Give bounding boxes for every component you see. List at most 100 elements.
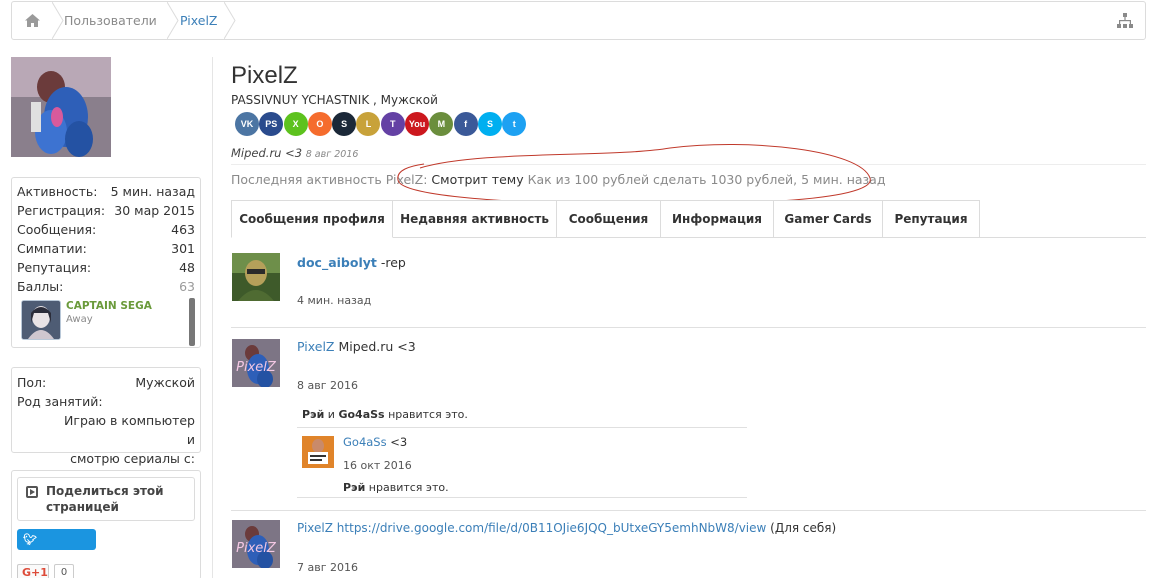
post-date[interactable]: 7 авг 2016 bbox=[297, 561, 358, 574]
breadcrumb-current[interactable]: PixelZ bbox=[180, 2, 217, 39]
steam-icon[interactable]: S bbox=[332, 112, 357, 136]
comment-date[interactable]: 16 окт 2016 bbox=[343, 459, 412, 472]
stats-panel: Активность: 5 мин. назад Регистрация: 30 м… bbox=[11, 177, 201, 348]
stat-messages[interactable]: Сообщения: 463 bbox=[17, 220, 195, 239]
friend-avatar[interactable] bbox=[21, 300, 61, 340]
like-user[interactable]: Go4aSs bbox=[338, 408, 384, 421]
skype-icon[interactable]: S bbox=[477, 112, 502, 136]
share-icon bbox=[26, 486, 38, 498]
post-body: doc_aibolyt -rep bbox=[297, 255, 406, 270]
tweet-button[interactable]: 🐦︎ Твитнуть bbox=[17, 529, 96, 567]
friend-name[interactable]: CAPTAIN SEGA bbox=[66, 300, 152, 312]
tab-information[interactable]: Информация bbox=[661, 200, 774, 238]
league-icon[interactable]: L bbox=[356, 112, 381, 136]
tab-profile-posts[interactable]: Сообщения профиля bbox=[231, 200, 393, 238]
twitch-icon[interactable]: T bbox=[380, 112, 405, 136]
avatar-watermark: PixelZ bbox=[236, 541, 277, 556]
stat-label: Баллы: bbox=[17, 279, 64, 294]
post-link[interactable]: https://drive.google.com/file/d/0B11OJie… bbox=[333, 521, 767, 535]
stat-activity: Активность: 5 мин. назад bbox=[17, 182, 195, 201]
post-body: PixelZ https://drive.google.com/file/d/0… bbox=[297, 521, 836, 535]
post-author[interactable]: PixelZ bbox=[297, 339, 334, 354]
post-author[interactable]: PixelZ bbox=[297, 521, 333, 535]
stat-reputation: Репутация: 48 bbox=[17, 258, 195, 277]
stat-value: 30 мар 2015 bbox=[114, 203, 195, 218]
occupation-value-1: Играю в компьютер и bbox=[64, 413, 195, 447]
post-divider bbox=[231, 327, 1146, 328]
post-message: -rep bbox=[376, 255, 406, 270]
sitemap-icon[interactable] bbox=[1117, 13, 1133, 29]
stat-label: Репутация: bbox=[17, 260, 92, 275]
tab-gamer-cards[interactable]: Gamer Cards bbox=[774, 200, 883, 238]
facebook-icon[interactable]: f bbox=[453, 112, 478, 136]
stat-value[interactable]: 463 bbox=[171, 220, 195, 239]
post-author[interactable]: doc_aibolyt bbox=[297, 255, 377, 270]
stat-label: Регистрация: bbox=[17, 203, 106, 218]
breadcrumb-separator bbox=[167, 2, 179, 39]
youtube-icon[interactable]: You bbox=[405, 112, 430, 136]
friend-status: Away bbox=[66, 314, 93, 325]
stat-registered: Регистрация: 30 мар 2015 bbox=[17, 201, 195, 220]
column-divider bbox=[212, 57, 213, 578]
profile-tabs: Сообщения профиля Недавняя активность Со… bbox=[231, 200, 980, 238]
post-avatar[interactable] bbox=[232, 253, 280, 301]
stat-points[interactable]: Баллы: 63 bbox=[17, 277, 195, 296]
tab-recent-activity[interactable]: Недавняя активность bbox=[393, 200, 557, 238]
breadcrumb-users[interactable]: Пользователи bbox=[64, 2, 157, 39]
comment-author[interactable]: Go4aSs bbox=[343, 435, 387, 449]
minecraft-icon[interactable]: M bbox=[429, 112, 454, 136]
post-body: PixelZ Miped.ru <3 bbox=[297, 339, 416, 354]
post-message: (Для себя) bbox=[766, 521, 837, 535]
post-divider bbox=[231, 510, 1146, 511]
origin-icon[interactable]: O bbox=[307, 112, 332, 136]
comment-likes: Рэй нравится это. bbox=[343, 481, 449, 494]
stat-label: Активность: bbox=[17, 184, 98, 199]
xbox-icon[interactable]: X bbox=[283, 112, 308, 136]
avatar-watermark: PixelZ bbox=[236, 360, 277, 375]
post-likes: Рэй и Go4aSs нравится это. bbox=[302, 408, 468, 421]
friend-item[interactable]: CAPTAIN SEGA Away bbox=[21, 298, 195, 346]
friend-scrollbar[interactable] bbox=[189, 298, 195, 346]
profile-subtitle: PASSIVNUY YCHASTNIK , Мужской bbox=[231, 93, 438, 107]
stat-value: 48 bbox=[179, 260, 195, 275]
post-avatar[interactable]: PixelZ bbox=[232, 339, 280, 387]
share-title: Поделиться этой страницей bbox=[46, 484, 164, 514]
likes-suffix: нравится это. bbox=[365, 481, 449, 494]
gender-row: Пол: Мужской bbox=[17, 373, 195, 392]
doc-aibolyt-avatar-image bbox=[232, 253, 280, 301]
like-user[interactable]: Рэй bbox=[302, 408, 324, 421]
post-message: Miped.ru <3 bbox=[334, 339, 416, 354]
breadcrumb-home[interactable] bbox=[12, 2, 52, 39]
social-links: VK PS X O S L T You Mf St bbox=[235, 112, 527, 136]
tab-messages[interactable]: Сообщения bbox=[557, 200, 661, 238]
occupation-row: Род занятий: bbox=[17, 392, 195, 411]
comment-avatar[interactable] bbox=[302, 436, 334, 468]
breadcrumb-separator bbox=[52, 2, 64, 39]
playstation-icon[interactable]: PS bbox=[259, 112, 284, 136]
profile-status: Miped.ru <3 8 авг 2016 bbox=[231, 146, 358, 160]
status-date: 8 авг 2016 bbox=[305, 149, 359, 160]
home-icon bbox=[24, 14, 40, 27]
profile-name: PixelZ bbox=[231, 62, 298, 89]
gplus-button[interactable]: G+1 bbox=[17, 564, 49, 578]
stat-value: 5 мин. назад bbox=[110, 184, 195, 199]
likes-conjunction: и bbox=[324, 408, 339, 421]
comment-body: Go4aSs <3 bbox=[343, 435, 407, 449]
stat-label: Симпатии: bbox=[17, 241, 87, 256]
post-avatar[interactable]: PixelZ bbox=[232, 520, 280, 568]
comment-message: <3 bbox=[386, 435, 408, 449]
gplus-count: 0 bbox=[54, 564, 74, 578]
tabs-baseline bbox=[393, 237, 1146, 238]
stat-likes: Симпатии: 301 bbox=[17, 239, 195, 258]
share-panel: Поделиться этой страницей 🐦︎ Твитнуть G+… bbox=[11, 470, 201, 578]
post-date[interactable]: 4 мин. назад bbox=[297, 294, 371, 307]
like-user[interactable]: Рэй bbox=[343, 481, 365, 494]
pixelz-avatar-image: PixelZ bbox=[232, 520, 280, 568]
occupation-label: Род занятий: bbox=[17, 394, 103, 409]
post-date[interactable]: 8 авг 2016 bbox=[297, 379, 358, 392]
twitter-icon[interactable]: t bbox=[502, 112, 527, 136]
tab-reputation[interactable]: Репутация bbox=[883, 200, 980, 238]
profile-avatar[interactable] bbox=[11, 57, 111, 157]
vk-icon[interactable]: VK bbox=[235, 112, 259, 136]
stat-value[interactable]: 63 bbox=[179, 277, 195, 296]
